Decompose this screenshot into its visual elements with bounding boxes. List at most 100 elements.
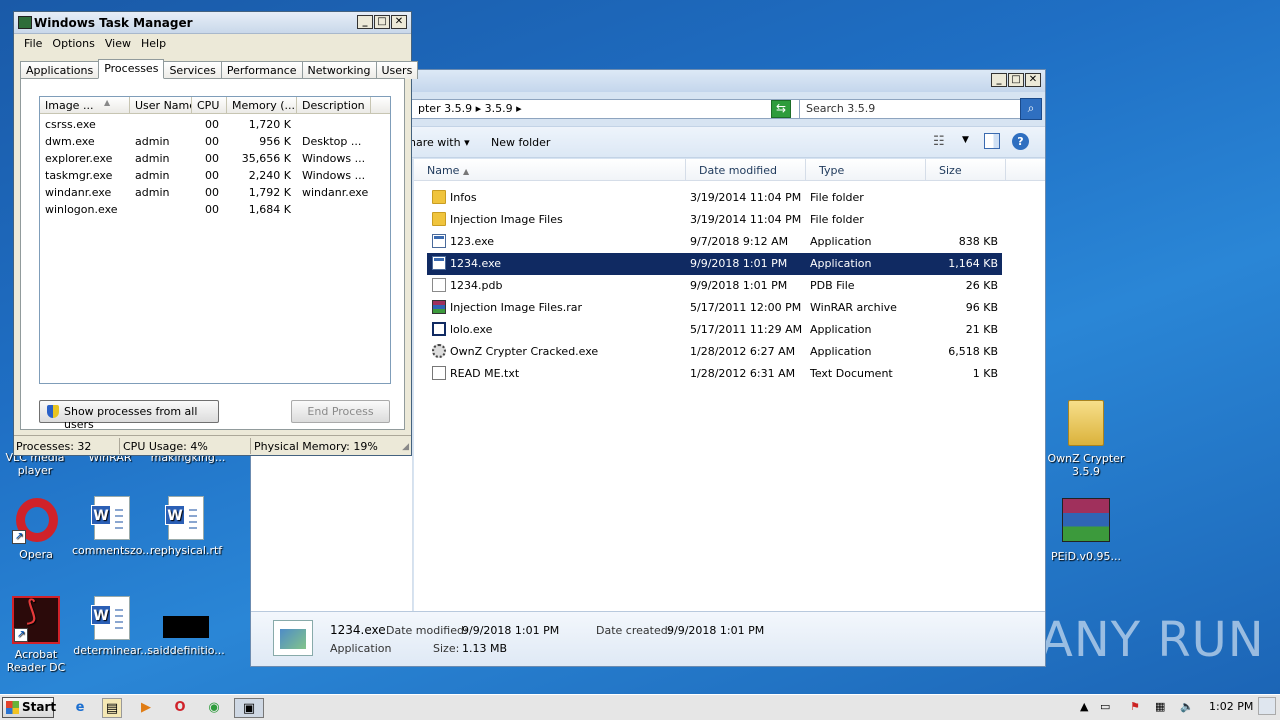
desktop-icon-opera[interactable]: ↗ Opera [0, 496, 76, 561]
minimize-button[interactable]: _ [991, 73, 1007, 87]
column-header-image[interactable]: Image ... ▲ [40, 97, 130, 114]
winrar-archive-icon [432, 300, 446, 314]
file-row[interactable]: 1234.exe 9/9/2018 1:01 PM Application 1,164… [427, 253, 1002, 275]
file-row[interactable]: lolo.exe 5/17/2011 11:29 AM Application 21 … [427, 319, 1002, 341]
file-size: 6,518 KB [948, 345, 998, 358]
file-row[interactable]: 123.exe 9/7/2018 9:12 AM Application 838 KB [427, 231, 1002, 253]
close-button[interactable]: ✕ [1025, 73, 1041, 87]
column-header-memory[interactable]: Memory (... [227, 97, 297, 114]
internet-explorer-icon[interactable]: e [70, 698, 90, 718]
network-tray-icon[interactable]: ▭ [1100, 700, 1110, 713]
tab-services[interactable]: Services [163, 61, 222, 79]
process-list[interactable]: Image ... ▲ User Name CPU Memory (... De… [39, 96, 391, 384]
desktop-icon-rephysical[interactable]: W rephysical.rtf [146, 496, 226, 557]
column-header-description[interactable]: Description [297, 97, 371, 114]
task-manager-icon [18, 16, 32, 29]
process-row[interactable]: explorer.exe admin 00 35,656 K Windows ... [40, 150, 380, 167]
file-date: 9/7/2018 9:12 AM [690, 235, 789, 248]
file-row[interactable]: READ ME.txt 1/28/2012 6:31 AM Text Documen… [427, 363, 1002, 385]
process-row[interactable]: winlogon.exe 00 1,684 K [40, 201, 380, 218]
column-header-name[interactable]: Name ▲ [414, 159, 686, 181]
show-all-processes-button[interactable]: Show processes from all users [39, 400, 219, 431]
file-row[interactable]: OwnZ Crypter Cracked.exe 1/28/2012 6:27 A… [427, 341, 1002, 363]
start-button[interactable]: Start [2, 697, 56, 718]
process-memory: 1,684 K [248, 203, 291, 216]
windows-logo-icon [6, 701, 19, 714]
new-folder-button[interactable]: New folder [491, 136, 550, 149]
tab-performance[interactable]: Performance [220, 61, 303, 79]
process-description: Desktop ... [302, 135, 362, 148]
tab-processes[interactable]: Processes [98, 59, 165, 79]
preview-pane-icon[interactable] [984, 133, 1000, 149]
process-row[interactable]: csrss.exe 00 1,720 K [40, 116, 380, 133]
application-thumbnail-icon [273, 620, 313, 656]
search-input[interactable]: Search 3.5.9 [799, 99, 1021, 119]
task-manager-titlebar[interactable]: Windows Task Manager _ □ ✕ [14, 12, 411, 34]
menu-options[interactable]: Options [47, 37, 99, 54]
menu-file[interactable]: File [19, 37, 47, 54]
process-row[interactable]: dwm.exe admin 00 956 K Desktop ... [40, 133, 380, 150]
desktop-icon-ownz-crypter[interactable]: OwnZ Crypter 3.5.9 [1046, 400, 1126, 478]
tab-users[interactable]: Users [375, 61, 419, 79]
task-manager-taskbar-icon[interactable]: ▣ [234, 698, 264, 718]
column-header-user[interactable]: User Name [130, 97, 192, 114]
menu-view[interactable]: View [100, 37, 136, 54]
tab-networking[interactable]: Networking [301, 61, 377, 79]
show-desktop-button[interactable] [1258, 697, 1276, 715]
resize-grip-icon[interactable]: ◢ [402, 442, 409, 452]
opera-taskbar-icon[interactable]: O [170, 698, 190, 718]
task-manager-window[interactable]: Windows Task Manager _ □ ✕ File Options … [13, 11, 419, 456]
column-header-cpu[interactable]: CPU [192, 97, 227, 114]
end-process-button[interactable]: End Process [291, 400, 390, 423]
anyrun-watermark: ANY RUN [1040, 612, 1265, 668]
desktop-icon-peid[interactable]: PEiD.v0.95... [1046, 498, 1126, 563]
maximize-button[interactable]: □ [374, 15, 390, 29]
file-row[interactable]: 1234.pdb 9/9/2018 1:01 PM PDB File 26 KB [427, 275, 1002, 297]
desktop-icon-determinear[interactable]: W determinear... [72, 596, 152, 657]
process-row[interactable]: windanr.exe admin 00 1,792 K windanr.exe [40, 184, 380, 201]
desktop-icon-acrobat[interactable]: ⟆ ↗ Acrobat Reader DC [0, 596, 76, 674]
file-list[interactable]: Name ▲ Date modified Type Size Infos 3/19… [414, 159, 1045, 611]
help-icon[interactable]: ? [1012, 133, 1029, 150]
file-explorer-icon[interactable]: ▤ [102, 698, 122, 718]
display-tray-icon[interactable]: ▦ [1155, 700, 1165, 713]
process-row[interactable]: taskmgr.exe admin 00 2,240 K Windows ... [40, 167, 380, 184]
process-user: admin [135, 169, 170, 182]
column-header-spacer [371, 97, 390, 114]
action-center-flag-icon[interactable]: ⚑ [1130, 700, 1140, 713]
file-date: 9/9/2018 1:01 PM [690, 279, 788, 292]
search-icon[interactable]: ⌕ [1020, 98, 1042, 120]
file-row[interactable]: Injection Image Files.rar 5/17/2011 12:00… [427, 297, 1002, 319]
maximize-button[interactable]: □ [1008, 73, 1024, 87]
view-options-icon[interactable]: ☷ [933, 134, 945, 149]
minimize-button[interactable]: _ [357, 15, 373, 29]
chevron-down-icon[interactable]: ▼ [962, 135, 969, 145]
chrome-icon[interactable]: ◉ [204, 698, 224, 718]
file-name: 123.exe [450, 235, 495, 248]
details-date-modified: 9/9/2018 1:01 PM [462, 624, 560, 637]
process-image: winlogon.exe [45, 203, 118, 216]
refresh-button[interactable]: ⇆ [771, 100, 791, 118]
file-row[interactable]: Infos 3/19/2014 11:04 PM File folder [427, 187, 1002, 209]
details-date-created-label: Date created: [596, 624, 672, 637]
menu-help[interactable]: Help [136, 37, 171, 54]
breadcrumb: pter 3.5.9 ▸ 3.5.9 ▸ [418, 102, 522, 115]
column-header-type[interactable]: Type [806, 159, 926, 181]
desktop-icon-label: determinear... [73, 644, 151, 657]
file-date: 5/17/2011 11:29 AM [690, 323, 803, 336]
show-hidden-icons-chevron-icon[interactable]: ▲ [1080, 700, 1088, 713]
share-with-button[interactable]: hare with ▾ [409, 136, 470, 149]
volume-icon[interactable]: 🔈 [1180, 700, 1194, 713]
status-physical-memory: Physical Memory: 19% [254, 440, 378, 453]
file-row[interactable]: Injection Image Files 3/19/2014 11:04 PM F… [427, 209, 1002, 231]
close-button[interactable]: ✕ [391, 15, 407, 29]
column-header-date[interactable]: Date modified [686, 159, 806, 181]
desktop-icon-saiddefinitio[interactable]: saiddefinitio... [146, 596, 226, 657]
desktop-icon-commentszo[interactable]: W commentszo... [72, 496, 153, 557]
process-image: dwm.exe [45, 135, 95, 148]
clock[interactable]: 1:02 PM [1209, 700, 1253, 713]
tab-applications[interactable]: Applications [20, 61, 100, 79]
column-header-size[interactable]: Size [926, 159, 1006, 181]
media-player-icon[interactable]: ▶ [136, 698, 156, 718]
file-type: Application [810, 257, 872, 270]
